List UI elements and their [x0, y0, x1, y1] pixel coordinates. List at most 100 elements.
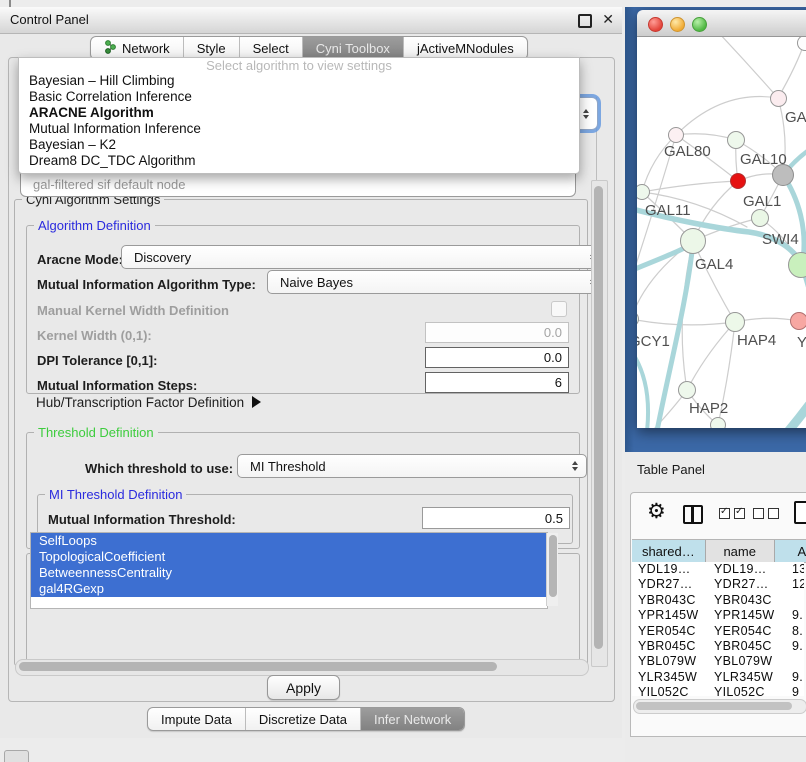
algorithm-option-bayesian-k2[interactable]: Bayesian – K2 [19, 137, 579, 153]
tab-select[interactable]: Select [240, 37, 303, 59]
table-row[interactable]: YPR145WYPR145W9. [632, 608, 804, 623]
column-header-shared[interactable]: shared… [632, 540, 706, 562]
table-row[interactable]: YDL19…YDL19…13 [632, 562, 804, 577]
network-node-hap4[interactable] [725, 312, 745, 332]
table-cell: YBR043C [638, 593, 696, 607]
scrollbar-thumb[interactable] [594, 186, 603, 649]
network-edge [771, 405, 806, 428]
table-cell: 9. [792, 608, 803, 622]
algorithm-definition-title: Algorithm Definition [34, 218, 155, 233]
window-zoom-button[interactable] [692, 17, 707, 32]
tab-style[interactable]: Style [184, 37, 240, 59]
close-panel-icon[interactable]: ✕ [602, 11, 614, 28]
algorithm-option-bayesian-hill-climbing[interactable]: Bayesian – Hill Climbing [19, 73, 579, 89]
settings-horizontal-scrollbar[interactable] [15, 659, 589, 676]
node-label-hap2: HAP2 [689, 400, 728, 417]
apply-button[interactable]: Apply [267, 675, 340, 700]
tab-label: jActiveMNodules [417, 41, 514, 56]
algorithm-definition-group: Algorithm Definition Aracne Mode: Discov… [26, 225, 580, 394]
algorithm-option-aracne-algorithm[interactable]: ARACNE Algorithm [19, 105, 579, 121]
network-node-hap2[interactable] [678, 381, 696, 399]
network-node-y[interactable] [790, 312, 806, 330]
algorithm-option-basic-correlation-inference[interactable]: Basic Correlation Inference [19, 89, 579, 105]
mi-steps-value: 6 [555, 375, 562, 390]
tab-jactivemnodules[interactable]: jActiveMNodules [404, 37, 527, 59]
hide-columns-icon[interactable] [753, 508, 779, 519]
attribute-item-betweennesscentrality[interactable]: BetweennessCentrality [31, 565, 547, 581]
network-node-gal[interactable] [770, 90, 787, 107]
dpi-tolerance-field[interactable]: 0.0 [425, 347, 569, 368]
network-node[interactable] [710, 417, 726, 428]
manual-kernel-checkbox[interactable] [551, 301, 567, 317]
table-cell: YLR345W [638, 670, 697, 684]
network-node-gal1[interactable] [730, 173, 746, 189]
combo-stepper-icon [572, 461, 578, 471]
network-edge [717, 37, 778, 98]
column-header-a[interactable]: A [775, 540, 806, 562]
tab-network[interactable]: Network [91, 37, 184, 59]
algorithm-dropdown[interactable]: Select algorithm to view settings Bayesi… [18, 57, 580, 174]
mi-algorithm-type-select[interactable]: Naive Bayes [267, 270, 605, 294]
split-columns-icon[interactable] [683, 505, 703, 524]
which-threshold-label: Which threshold to use: [85, 461, 233, 476]
attributes-list-scrollbar[interactable] [546, 533, 558, 606]
table-row[interactable]: YBR043C YBR043C [632, 593, 804, 608]
which-threshold-select[interactable]: MI Threshold [237, 454, 587, 478]
scrollbar-thumb[interactable] [19, 662, 497, 671]
table-header-row: shared…nameA [632, 539, 806, 563]
table-row[interactable]: YDR27…YDR27…12 [632, 577, 804, 592]
table-cell: YBR043C [714, 593, 772, 607]
settings-vertical-scrollbar[interactable] [591, 180, 608, 667]
table-row[interactable]: YBL079WYBL079W [632, 654, 804, 669]
window-minimize-button[interactable] [670, 17, 685, 32]
network-window-titlebar[interactable] [637, 10, 806, 37]
algorithm-option-mutual-information-inference[interactable]: Mutual Information Inference [19, 121, 579, 137]
table-row[interactable]: YLR345WYLR345W9. [632, 670, 804, 685]
table-row[interactable]: YBR045CYBR045C9. [632, 639, 804, 654]
panel-title: Control Panel [10, 12, 89, 27]
control-panel-titlebar[interactable]: Control Panel ✕ [0, 7, 622, 34]
document-icon[interactable] [794, 501, 806, 524]
table-cell: YER054C [638, 624, 696, 638]
table-cell: YLR345W [714, 670, 773, 684]
tab-infer-network[interactable]: Infer Network [361, 708, 464, 730]
network-node[interactable] [772, 164, 794, 186]
scrollbar-thumb[interactable] [549, 535, 557, 597]
scrollbar-thumb[interactable] [636, 702, 792, 710]
show-columns-icon[interactable] [719, 508, 745, 519]
window-close-button[interactable] [648, 17, 663, 32]
attribute-item-topologicalcoefficient[interactable]: TopologicalCoefficient [31, 549, 547, 565]
tab-cyni-toolbox[interactable]: Cyni Toolbox [303, 37, 404, 59]
hub-definition-toggle[interactable]: Hub/Transcription Factor Definition [36, 395, 261, 410]
table-horizontal-scrollbar[interactable] [633, 699, 806, 714]
kernel-width-field[interactable]: 0.0 [425, 322, 569, 343]
network-window[interactable]: GALGAL80GAL10GAL1GAL11SWI4GAL4GCY1HAP4YH… [637, 10, 806, 428]
table-row[interactable]: YER054CYER054C8. [632, 624, 804, 639]
collapsed-right-arrow-icon[interactable] [252, 396, 261, 408]
attribute-item-selfloops[interactable]: SelfLoops [31, 533, 547, 549]
algorithm-option-dream8-dc-tdc-algorithm[interactable]: Dream8 DC_TDC Algorithm [19, 153, 579, 169]
tab-impute-data[interactable]: Impute Data [148, 708, 246, 730]
network-node-gal80[interactable] [668, 127, 684, 143]
gear-icon[interactable]: ⚙ [647, 499, 666, 524]
table-row[interactable]: YIL052CYIL052C9 [632, 685, 804, 696]
aracne-mode-value: Discovery [134, 250, 191, 265]
network-node[interactable] [751, 209, 769, 227]
network-node-gal10[interactable] [727, 131, 745, 149]
tab-discretize-data[interactable]: Discretize Data [246, 708, 361, 730]
mi-steps-field[interactable]: 6 [425, 372, 569, 393]
collapsed-panel-button[interactable] [4, 750, 29, 762]
network-view[interactable]: GALGAL80GAL10GAL1GAL11SWI4GAL4GCY1HAP4YH… [637, 37, 806, 428]
control-panel-window: Control Panel ✕ gal-filtered sif default… [0, 7, 622, 738]
aracne-mode-select[interactable]: Discovery [121, 245, 605, 269]
mi-threshold-field[interactable]: 0.5 [422, 507, 570, 529]
kernel-width-value: 0.0 [544, 325, 562, 340]
network-node-gal4[interactable] [680, 228, 706, 254]
data-attributes-list[interactable]: SelfLoopsTopologicalCoefficientBetweenne… [30, 532, 548, 609]
table-cell: YBL079W [638, 654, 696, 668]
float-panel-icon[interactable] [578, 14, 592, 28]
tab-label: Cyni Toolbox [316, 41, 390, 56]
attribute-item-gal4rgexp[interactable]: gal4RGexp [31, 581, 547, 597]
column-header-name[interactable]: name [706, 540, 775, 562]
table-cell: 12 [792, 577, 804, 591]
